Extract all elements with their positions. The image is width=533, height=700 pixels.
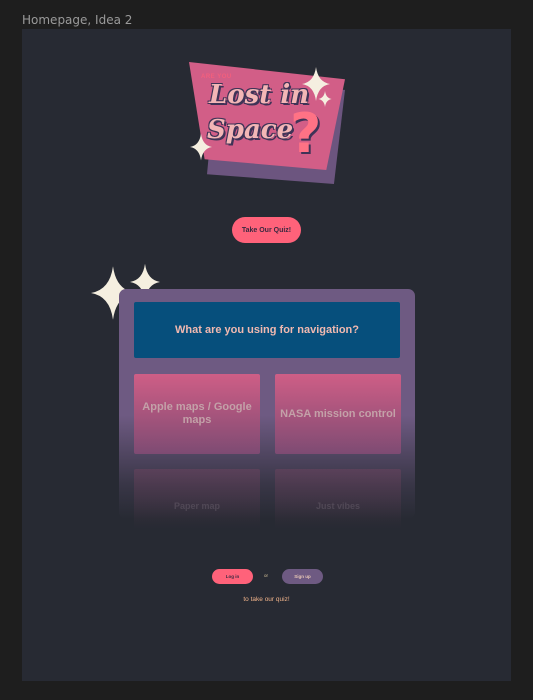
- homepage-frame: ARE YOU Lost in Space ? Take Our Quiz! W…: [22, 29, 511, 681]
- sign-up-button[interactable]: Sign up: [282, 569, 323, 584]
- answer-option-nasa-mission-control[interactable]: NASA mission control: [275, 374, 401, 454]
- log-in-button[interactable]: Log in: [212, 569, 253, 584]
- logo-line-2: Space: [207, 115, 294, 145]
- take-quiz-prompt: to take our quiz!: [243, 596, 290, 603]
- faded-answer-option: Just vibes: [275, 469, 401, 529]
- logo-question-mark: ?: [290, 102, 322, 165]
- frame-title: Homepage, Idea 2: [22, 13, 133, 27]
- sparkle-small-icon: [318, 91, 332, 107]
- quiz-card: What are you using for navigation? Apple…: [119, 289, 415, 529]
- sparkle-icon: [190, 133, 212, 161]
- or-separator: or: [264, 573, 269, 578]
- quiz-question: What are you using for navigation?: [134, 302, 400, 358]
- answer-option-apple-google-maps[interactable]: Apple maps / Google maps: [134, 374, 260, 454]
- faded-answer-option: Paper map: [134, 469, 260, 529]
- take-quiz-button[interactable]: Take Our Quiz!: [232, 217, 301, 243]
